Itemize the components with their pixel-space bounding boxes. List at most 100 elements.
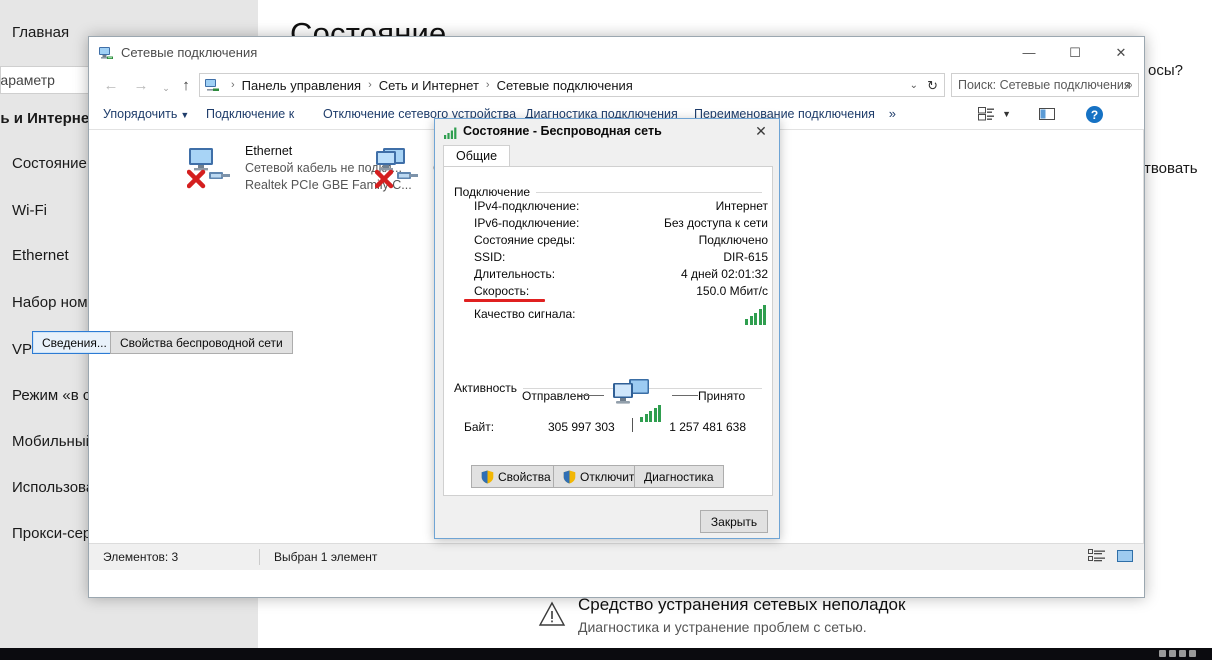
signal-bars-icon <box>745 303 766 325</box>
breadcrumb-item-control-panel[interactable]: Панель управления <box>242 78 361 93</box>
activity-group-label: Активность <box>454 381 524 395</box>
shield-icon <box>481 470 494 483</box>
svg-text:?: ? <box>1091 108 1098 122</box>
properties-button[interactable]: Свойства <box>471 465 561 488</box>
row-ipv6: IPv6-подключение: Без доступа к сети <box>444 216 772 233</box>
explorer-addressbar[interactable]: ← → ⌄ ↑ › Панель управления › Сеть и Инт… <box>89 69 1144 101</box>
row-key: SSID: <box>474 250 506 264</box>
question-text-fragment: осы? <box>1148 62 1183 79</box>
shield-icon <box>563 470 576 483</box>
breadcrumb-separator: › <box>231 79 235 91</box>
sidebar-item-home[interactable]: Главная <box>12 24 69 41</box>
sidebar-item-status[interactable]: Состояние <box>12 155 87 172</box>
help-icon[interactable]: ? <box>1085 105 1104 124</box>
breadcrumb-separator: › <box>368 79 372 91</box>
command-overflow-icon[interactable]: » <box>889 106 896 121</box>
row-duration: Длительность: 4 дней 02:01:32 <box>444 267 772 284</box>
sidebar-item-ethernet[interactable]: Ethernet <box>12 247 69 264</box>
network-connections-icon <box>99 47 113 59</box>
command-organize[interactable]: Упорядочить ▼ <box>103 107 189 121</box>
properties-button-label: Свойства <box>498 469 551 484</box>
refresh-icon[interactable]: ↻ <box>927 78 938 94</box>
tray-icon[interactable] <box>1159 650 1166 657</box>
tab-general[interactable]: Общие <box>443 145 511 167</box>
search-input[interactable]: Поиск: Сетевые подключения ⌕ <box>951 73 1139 97</box>
disable-button-label: Отключить <box>580 469 641 484</box>
activity-bytes-label: Байт: <box>464 420 495 434</box>
speed-highlight-underline <box>464 299 545 302</box>
row-key: Длительность: <box>474 267 556 281</box>
row-key: Качество сигнала: <box>474 307 576 321</box>
breadcrumb-separator: › <box>485 79 490 91</box>
sidebar-home-label: Главная <box>12 24 70 41</box>
forward-button[interactable]: → <box>132 76 150 94</box>
taskbar[interactable] <box>0 648 1212 660</box>
close-dialog-button[interactable]: Закрыть <box>700 510 768 533</box>
maximize-button[interactable]: ☐ <box>1052 37 1098 68</box>
network-troubleshooter-card[interactable]: Средство устранения сетевых неполадок Ди… <box>280 592 1212 648</box>
action-link-fragment[interactable]: твовать <box>1144 160 1198 177</box>
dialog-title: Состояние - Беспроводная сеть <box>463 124 662 138</box>
activity-received-value: 1 257 481 638 <box>669 420 746 434</box>
command-label: Упорядочить <box>103 107 178 121</box>
list-item[interactable]: Ethernet Сетевой кабель не подкл... Real… <box>187 142 412 198</box>
sidebar-item-label: Ethernet <box>12 247 69 264</box>
preview-pane-icon[interactable] <box>1038 106 1056 122</box>
dialog-page-general: Подключение IPv4-подключение: Интернет I… <box>443 166 773 496</box>
troubleshooter-title: Средство устранения сетевых неполадок <box>578 595 906 614</box>
chevron-down-icon[interactable]: ▼ <box>1002 109 1011 119</box>
status-selection: Выбран 1 элемент <box>274 550 378 564</box>
search-icon[interactable]: ⌕ <box>1126 77 1133 93</box>
recent-locations-chevron-icon[interactable]: ⌄ <box>157 79 175 97</box>
row-key: Состояние среды: <box>474 233 576 247</box>
activity-sent-label: Отправлено <box>522 389 590 403</box>
up-button[interactable]: ↑ <box>177 76 195 94</box>
sidebar-category-title: Сеть и Интернет <box>0 110 97 127</box>
network-connections-icon <box>205 79 219 91</box>
row-signal-quality: Качество сигнала: <box>444 305 772 325</box>
explorer-status-bar: Элементов: 3 Выбран 1 элемент <box>89 543 1144 570</box>
warning-triangle-icon <box>538 601 566 626</box>
details-view-icon[interactable] <box>1088 548 1106 564</box>
large-icons-view-icon[interactable] <box>1116 548 1134 564</box>
sidebar-item-label: Wi-Fi <box>12 202 47 219</box>
breadcrumb[interactable]: › Панель управления › Сеть и Интернет › … <box>199 73 945 97</box>
row-value: 150.0 Мбит/с <box>696 284 768 298</box>
row-ipv4: IPv4-подключение: Интернет <box>444 199 772 216</box>
row-key: Скорость: <box>474 284 530 298</box>
activity-received-label: Принято <box>698 389 746 403</box>
sidebar-item-wifi[interactable]: Wi-Fi <box>12 202 47 219</box>
address-dropdown-chevron-icon[interactable]: ⌄ <box>910 80 918 91</box>
change-view-icon[interactable] <box>978 106 996 122</box>
details-button[interactable]: Сведения... <box>32 331 117 354</box>
ethernet-adapter-icon <box>187 148 230 189</box>
breadcrumb-item-network-internet[interactable]: Сеть и Интернет <box>379 78 479 93</box>
command-connect-to[interactable]: Подключение к <box>206 107 294 121</box>
tray-icon[interactable] <box>1169 650 1176 657</box>
minimize-button[interactable]: — <box>1006 37 1052 68</box>
breadcrumb-item-network-connections[interactable]: Сетевые подключения <box>497 78 633 93</box>
row-value: DIR-615 <box>723 250 768 264</box>
tray-icons-group[interactable] <box>1159 650 1196 657</box>
activity-line-left <box>578 395 604 396</box>
close-button[interactable]: ✕ <box>1098 37 1144 68</box>
diagnose-button[interactable]: Диагностика <box>634 465 724 488</box>
sidebar-item-label: Состояние <box>12 155 87 172</box>
row-ssid: SSID: DIR-615 <box>444 250 772 267</box>
row-value: Без доступа к сети <box>664 216 768 230</box>
wireless-properties-button[interactable]: Свойства беспроводной сети <box>110 331 293 354</box>
status-view-buttons[interactable] <box>1088 548 1134 564</box>
status-item-count: Элементов: 3 <box>103 550 179 564</box>
dialog-titlebar[interactable]: Состояние - Беспроводная сеть ✕ <box>435 119 779 145</box>
tray-icon[interactable] <box>1189 650 1196 657</box>
tray-icon[interactable] <box>1179 650 1186 657</box>
search-placeholder: Поиск: Сетевые подключения <box>958 78 1131 92</box>
dialog-close-button[interactable]: ✕ <box>743 119 779 144</box>
row-key: IPv4-подключение: <box>474 199 580 213</box>
back-button[interactable]: ← <box>102 76 120 94</box>
activity-divider <box>632 418 633 432</box>
window-controls[interactable]: — ☐ ✕ <box>1006 37 1144 68</box>
chevron-down-icon: ▼ <box>180 110 190 120</box>
explorer-titlebar[interactable]: Сетевые подключения — ☐ ✕ <box>89 37 1144 69</box>
settings-search-placeholder: Найти параметр <box>0 72 55 88</box>
